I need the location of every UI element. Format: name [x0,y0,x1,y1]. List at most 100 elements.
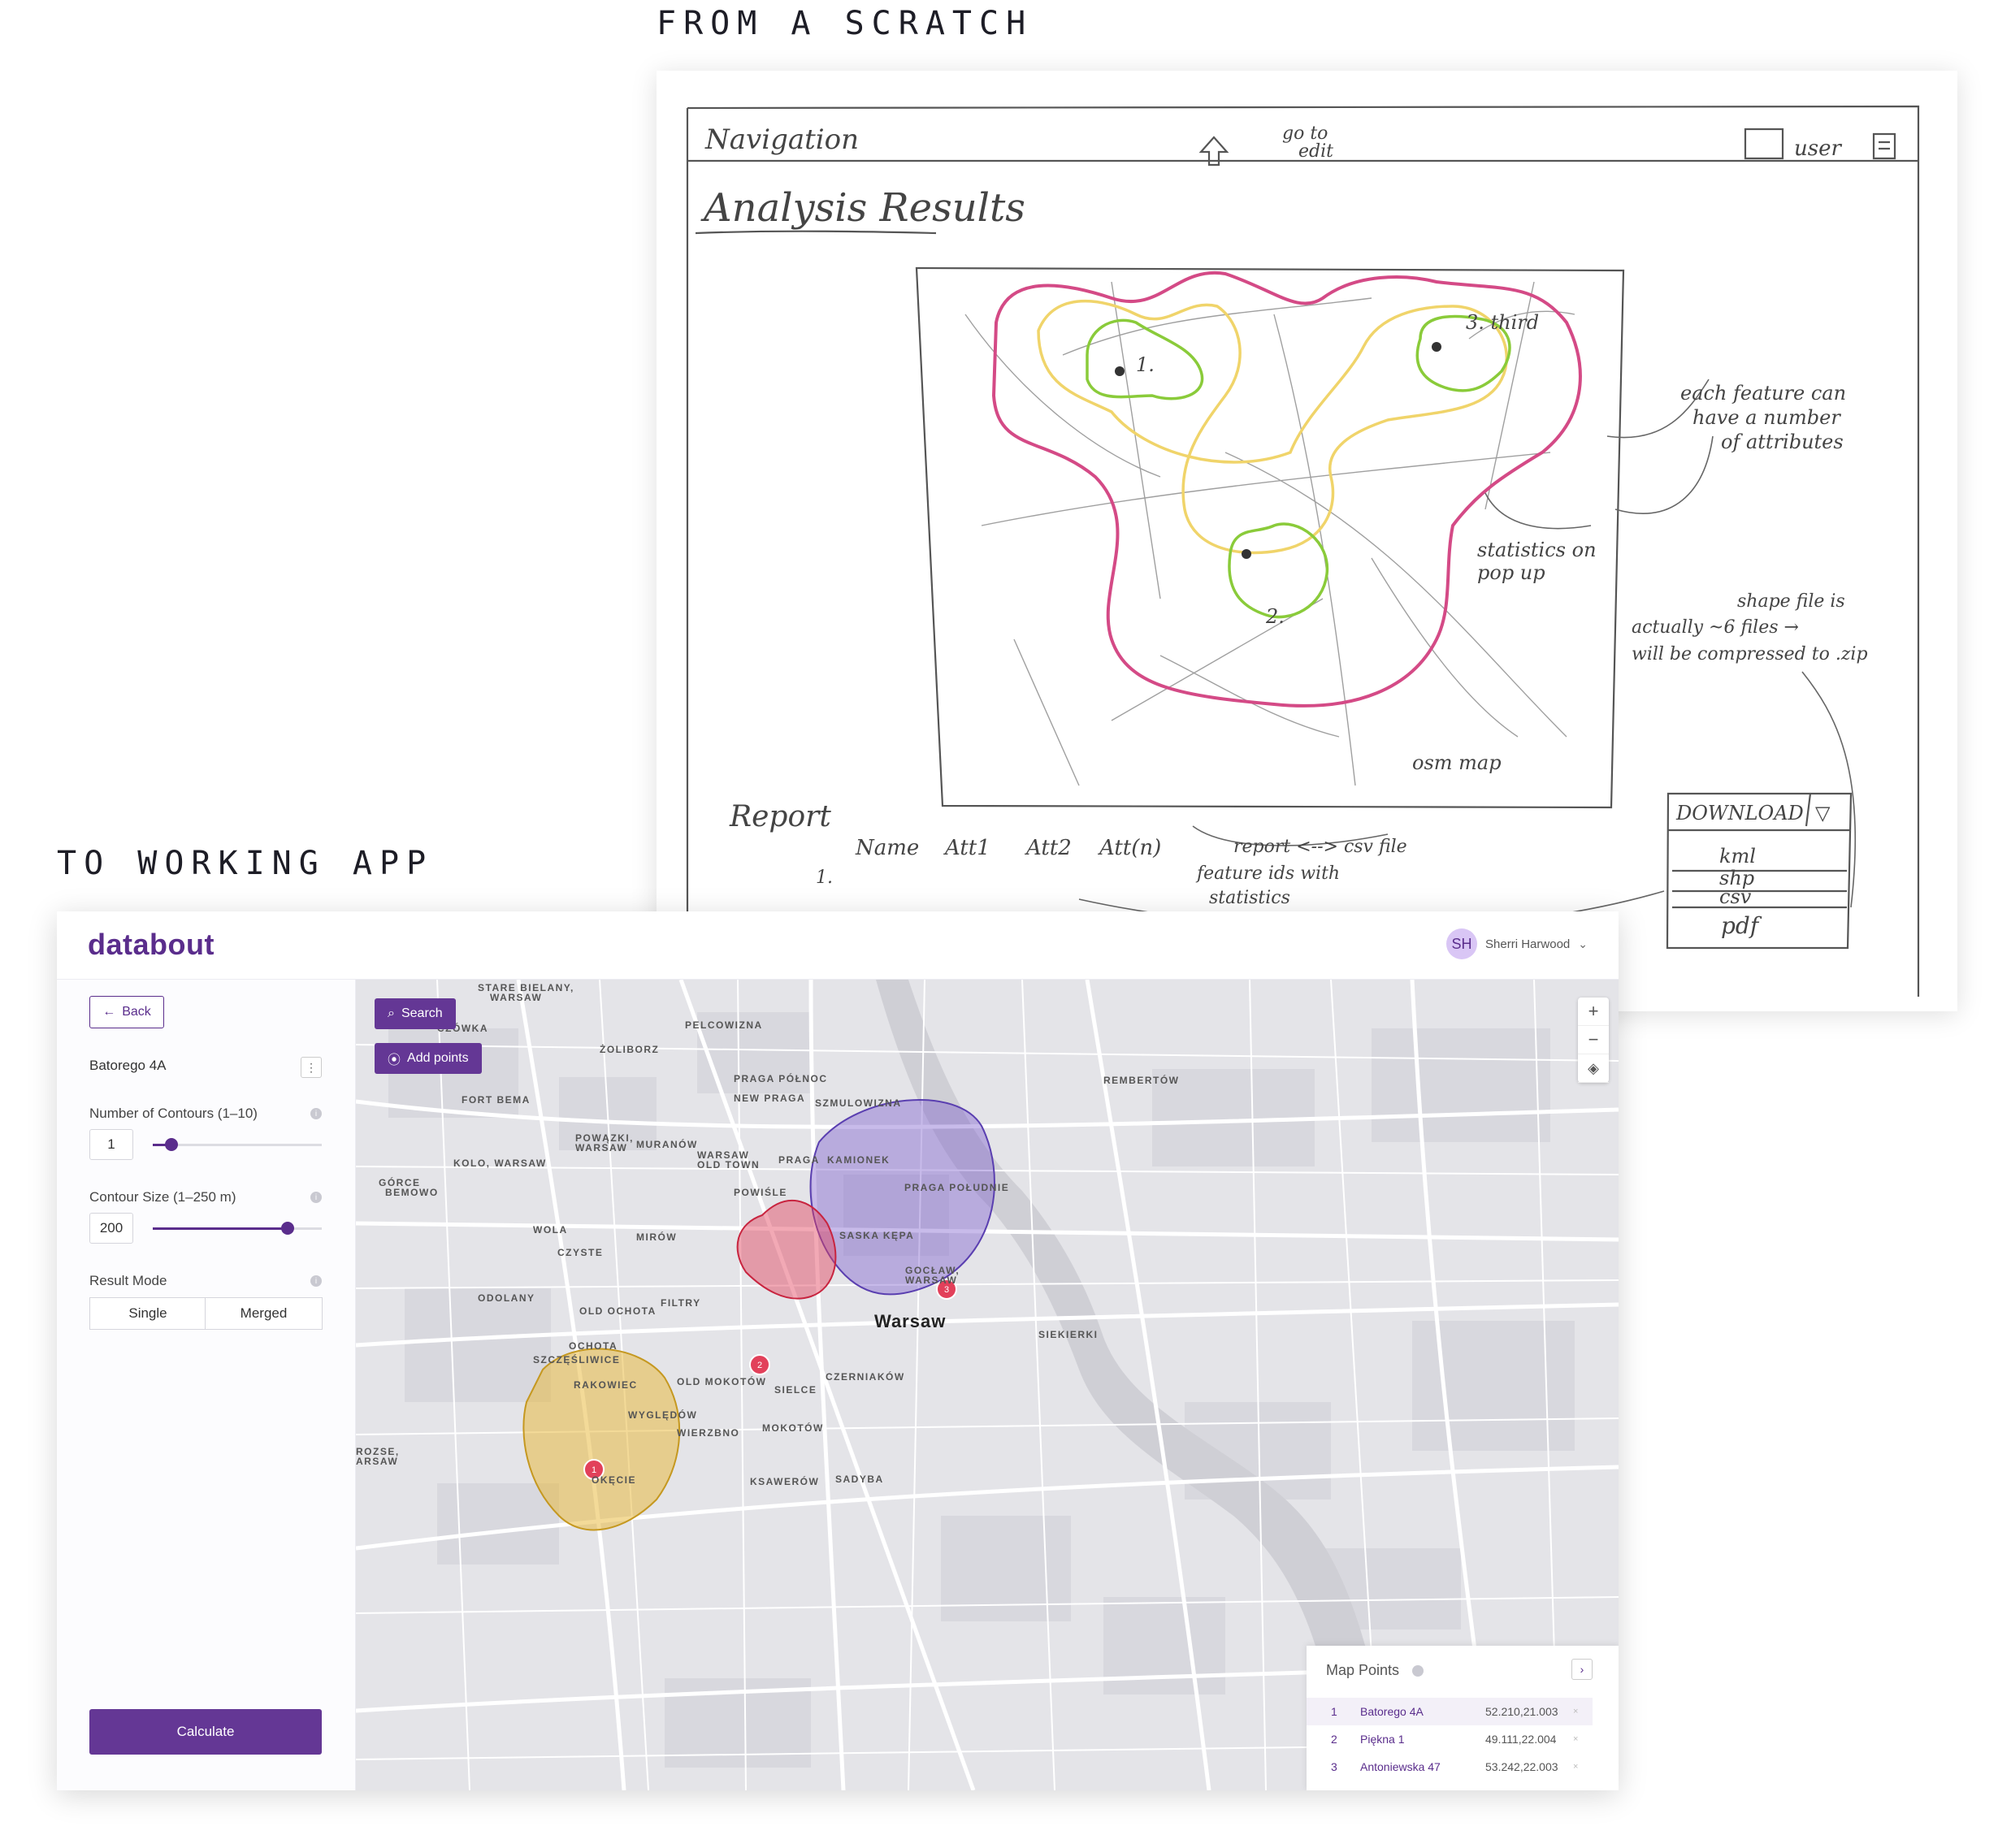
list-item[interactable]: 1 Batorego 4A 52.210,21.003 × [1307,1698,1593,1725]
district-label: CZERNIAKÓW [826,1370,905,1383]
remove-icon[interactable]: × [1573,1762,1578,1772]
remove-icon[interactable]: × [1573,1734,1578,1744]
more-options-icon[interactable]: ⋮ [301,1057,322,1078]
sketch-note-features-2: have a number [1692,406,1841,429]
zoom-controls: + − ◈ [1578,998,1609,1083]
district-label: REMBERTÓW [1103,1074,1180,1086]
district-label: ODOLANY [478,1292,535,1304]
district-label: WYGLĘDÓW [628,1409,697,1421]
marker-2[interactable]: 2 [749,1354,770,1375]
district-label: WIERZBNO [677,1427,739,1439]
heading-to-working-app: TO WORKING APP [57,845,434,882]
district-label: POWIŚLE [734,1186,787,1198]
remove-icon[interactable]: × [1573,1707,1578,1716]
point-name: Batorego 4A [1360,1705,1424,1718]
size-input[interactable]: 200 [89,1213,133,1244]
point-name: Antoniewska 47 [1360,1760,1441,1773]
contours-slider-handle[interactable] [164,1138,178,1151]
point-index: 2 [1331,1733,1337,1746]
sketch-osm-text: osm map [1412,751,1502,774]
sketch-note-report-3: statistics [1209,888,1290,908]
district-label: PRAGA [778,1154,820,1166]
district-label: WOLA [533,1224,568,1236]
info-icon[interactable]: i [310,1275,322,1287]
sketch-note-features-3: of attributes [1721,431,1844,453]
district-label: PELCOWIZNA [685,1019,763,1031]
contours-input[interactable]: 1 [89,1129,133,1160]
search-label: Search [401,1006,443,1020]
size-slider-fill [153,1227,288,1230]
district-label: RAKOWIEC [574,1379,638,1391]
sketch-title-text: Analysis Results [700,185,1025,231]
add-points-button[interactable]: ⦿ Add points [375,1043,482,1074]
info-icon[interactable]: i [310,1192,322,1203]
district-label: KAMIONEK [827,1154,890,1166]
heading-from-scratch: FROM A SCRATCH [657,5,1034,42]
sketch-dl-kml: kml [1719,845,1756,868]
city-label: Warsaw [874,1311,946,1331]
map-view[interactable]: 1 2 3 Warsaw STARE BIELANY, WARSAW CZÓWKA P… [356,980,1619,1790]
point-name: Piękna 1 [1360,1733,1405,1746]
sketch-report-text: Report [729,800,831,833]
info-icon[interactable]: i [310,1108,322,1119]
sketch-point1-text: 1. [1136,353,1155,376]
point-coord: 49.111,22.004 [1485,1733,1557,1746]
zoom-in-button[interactable]: + [1578,998,1609,1026]
district-label: WARSAW [905,1275,957,1286]
district-label: OLD OCHOTA [579,1305,657,1317]
district-label: PRAGA PÓŁNOC [734,1072,828,1084]
mode-merged-button[interactable]: Merged [205,1297,323,1330]
point-index: 3 [1331,1760,1337,1773]
marker-2-label: 2 [757,1361,762,1370]
sketch-user-text: user [1794,136,1842,161]
sketch-edit-text: edit [1298,141,1333,162]
sketch-row1: 1. [816,868,833,888]
sketch-point3-text: 3. third [1466,311,1539,334]
result-mode-label: Result Mode [89,1273,167,1288]
size-slider-handle[interactable] [281,1222,295,1235]
district-label: BEMOWO [385,1187,439,1198]
mode-single-button[interactable]: Single [89,1297,206,1330]
sketch-point2-text: 2. [1265,605,1285,628]
district-label: FORT BEMA [462,1094,531,1106]
sketch-col-att2: Att2 [1025,836,1072,860]
district-label: MIRÓW [636,1231,677,1243]
user-menu[interactable]: SH Sherri Harwood ⌄ [1446,928,1588,960]
list-item[interactable]: 2 Piękna 1 49.111,22.004 × [1307,1725,1593,1753]
district-label: KOLO, WARSAW [453,1158,547,1169]
district-label: KSAWERÓW [750,1475,819,1487]
point-index: 1 [1331,1705,1337,1718]
district-label: OCHOTA [569,1340,618,1352]
sketch-note-features-1: each feature can [1680,382,1846,405]
district-label: SIELCE [774,1384,817,1396]
add-points-label: Add points [407,1051,469,1065]
district-label: MOKOTÓW [762,1422,824,1434]
back-button[interactable]: ← Back [89,996,164,1028]
sketch-dl-csv: csv [1719,885,1752,908]
wireframe-sketch: Navigation go to edit user Analysis Resu… [657,71,1957,1011]
logo[interactable]: databout [88,928,215,962]
sketch-note-report-2: feature ids with [1195,863,1340,884]
sketch-note-shape-3: will be compressed to .zip [1632,644,1868,664]
sketch-col-name: Name [855,836,919,860]
arrow-left-icon: ← [102,1005,116,1019]
calculate-button[interactable]: Calculate [89,1709,322,1755]
layers-icon[interactable]: ◈ [1578,1054,1609,1083]
list-item[interactable]: 3 Antoniewska 47 53.242,22.003 × [1307,1753,1593,1781]
map-points-title: Map Points [1326,1662,1400,1678]
info-icon[interactable] [1412,1665,1424,1677]
district-label: OLD MOKOTÓW [677,1375,766,1387]
district-label: OKĘCIE [592,1474,636,1486]
pin-icon: ⦿ [388,1054,401,1067]
sketch-col-att1: Att1 [943,836,990,860]
zoom-out-button[interactable]: − [1578,1026,1609,1054]
chevron-right-icon[interactable]: › [1571,1659,1593,1680]
district-label: SZMULOWIZNA [815,1097,901,1109]
search-button[interactable]: ⌕ Search [375,998,456,1029]
district-label: PRAGA POŁUDNIE [904,1182,1009,1193]
district-label: MURANÓW [636,1138,698,1150]
contours-slider-track[interactable] [153,1144,322,1146]
district-label: SADYBA [835,1474,884,1485]
district-label: SZCZĘŚLIWICE [533,1353,620,1365]
sketch-download-text: DOWNLOAD [1675,802,1804,824]
